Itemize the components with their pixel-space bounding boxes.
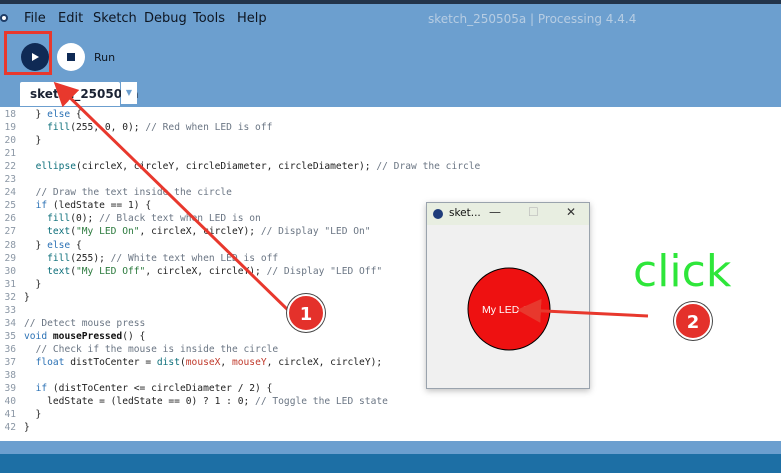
code-line: 22 ellipse(circleX, circleY, circleDiame… [0, 160, 781, 173]
tab-dropdown-button[interactable]: ▼ [121, 82, 137, 104]
line-number: 41 [4, 409, 16, 421]
sketch-canvas[interactable]: My LED Off [427, 225, 589, 388]
click-annotation: click [633, 246, 732, 297]
code-line: 26 fill(0); // Black text when LED is on [0, 212, 781, 225]
line-number: 42 [4, 422, 16, 434]
line-number: 18 [4, 109, 16, 120]
close-button[interactable]: ✕ [566, 205, 576, 219]
code-text: ledState = (ledState == 0) ? 1 : 0; // T… [24, 396, 388, 408]
code-text: } [24, 278, 42, 290]
code-text: fill(255, 0, 0); // Red when LED is off [47, 122, 273, 134]
minimize-button[interactable]: — [489, 205, 501, 219]
code-text: fill(0); // Black text when LED is on [47, 213, 261, 225]
line-number: 25 [4, 200, 16, 212]
processing-icon [433, 209, 443, 219]
code-text: // Check if the mouse is inside the circ… [35, 343, 279, 355]
code-line: 35 void mousePressed() { [0, 330, 781, 343]
code-line: 18 } else { [0, 108, 781, 121]
menu-help[interactable]: Help [237, 11, 267, 26]
code-text: float distToCenter = dist(mouseX, mouseY… [35, 356, 383, 368]
code-line: 39 if (distToCenter <= circleDiameter / … [0, 382, 781, 395]
chevron-down-icon: ▼ [125, 88, 133, 97]
code-text: text("My LED Off", circleX, circleY); //… [47, 265, 383, 277]
code-text: if (ledState == 1) { [35, 200, 152, 212]
line-number: 40 [4, 396, 16, 408]
code-line: 38 [0, 369, 781, 382]
line-number: 19 [4, 122, 16, 134]
console-bar [0, 454, 781, 473]
line-number: 27 [4, 226, 16, 238]
line-number: 29 [4, 252, 16, 264]
code-text: fill(255); // White text when LED is off [47, 252, 279, 264]
step-marker-1: 1 [287, 294, 325, 332]
line-number: 22 [4, 161, 16, 173]
line-number: 26 [4, 213, 16, 225]
sketch-window-titlebar[interactable]: sket... — ☐ ✕ [427, 203, 589, 225]
code-text: // Detect mouse press [24, 317, 146, 329]
sketch-window-title: sket... [449, 207, 481, 219]
line-number: 36 [4, 343, 16, 355]
code-line: 33 [0, 304, 781, 317]
line-number: 34 [4, 317, 16, 329]
status-bar [0, 441, 781, 454]
led-label: My LED Off [482, 304, 536, 316]
maximize-button[interactable]: ☐ [528, 205, 539, 219]
code-line: 25 if (ledState == 1) { [0, 199, 781, 212]
line-number: 20 [4, 135, 16, 147]
menu-tools[interactable]: Tools [193, 11, 225, 26]
line-number: 33 [4, 304, 16, 316]
menu-edit[interactable]: Edit [58, 11, 83, 26]
code-text: ellipse(circleX, circleY, circleDiameter… [35, 161, 481, 173]
code-text: // Draw the text inside the circle [35, 187, 232, 199]
code-text: } [24, 422, 30, 434]
code-line: 34 // Detect mouse press [0, 317, 781, 330]
line-number: 30 [4, 265, 16, 277]
code-line: 19 fill(255, 0, 0); // Red when LED is o… [0, 121, 781, 134]
code-line: 41 } [0, 408, 781, 421]
code-text: } else { [24, 239, 82, 251]
menu-file[interactable]: File [24, 11, 46, 26]
code-line: 27 text("My LED On", circleX, circleY); … [0, 225, 781, 238]
code-text: } [24, 135, 42, 147]
code-text: } [24, 409, 42, 421]
line-number: 31 [4, 278, 16, 290]
window-title: sketch_250505a | Processing 4.4.4 [428, 12, 637, 26]
run-button-highlight-box [4, 31, 52, 75]
line-number: 28 [4, 239, 16, 251]
menu-debug[interactable]: Debug [144, 11, 187, 26]
menu-bar: File Edit Sketch Debug Tools Help sketch… [0, 4, 781, 32]
processing-app-icon [0, 14, 8, 22]
code-text: } [24, 291, 30, 303]
sketch-window[interactable]: sket... — ☐ ✕ My LED Off [426, 202, 590, 389]
tab-sketch[interactable]: sketch_250505a [20, 82, 139, 106]
line-number: 35 [4, 330, 16, 342]
menu-sketch[interactable]: Sketch [93, 11, 137, 26]
step-marker-2: 2 [674, 302, 712, 340]
code-text: text("My LED On", circleX, circleY); // … [47, 226, 371, 238]
line-number: 38 [4, 370, 16, 381]
line-number: 24 [4, 187, 16, 199]
code-line: 37 float distToCenter = dist(mouseX, mou… [0, 356, 781, 369]
code-line: 23 [0, 173, 781, 186]
line-number: 21 [4, 148, 16, 160]
stop-icon [67, 53, 75, 61]
line-number: 23 [4, 174, 16, 186]
line-number: 32 [4, 291, 16, 303]
code-line: 42} [0, 421, 781, 434]
code-text: void mousePressed() { [24, 330, 146, 342]
stop-button[interactable] [57, 43, 85, 71]
code-line: 36 // Check if the mouse is inside the c… [0, 343, 781, 356]
code-text: if (distToCenter <= circleDiameter / 2) … [35, 383, 273, 395]
run-label: Run [94, 51, 116, 64]
line-number: 39 [4, 383, 16, 395]
code-line: 24 // Draw the text inside the circle [0, 186, 781, 199]
code-line: 40 ledState = (ledState == 0) ? 1 : 0; /… [0, 395, 781, 408]
code-line: 21 [0, 147, 781, 160]
code-line: 20 } [0, 134, 781, 147]
code-text: } else { [24, 109, 82, 120]
line-number: 37 [4, 356, 16, 368]
